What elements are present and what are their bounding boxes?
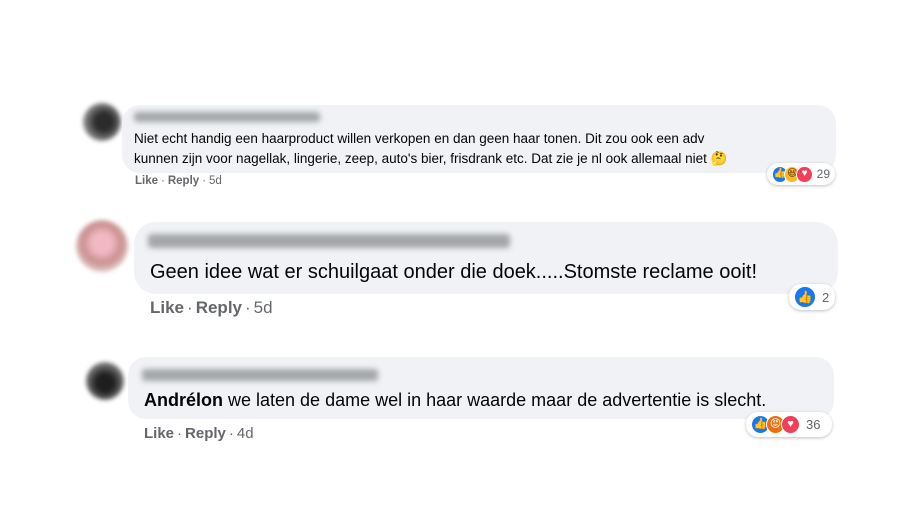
reaction-count: 36: [806, 417, 821, 432]
reply-button[interactable]: Reply: [185, 425, 226, 442]
comment-text-line-1: Niet echt handig een haarproduct willen …: [134, 131, 705, 146]
timestamp[interactable]: 5d: [254, 298, 273, 317]
separator-dot: ·: [245, 298, 251, 317]
comment-text-line-2: kunnen zijn voor nagellak, lingerie, zee…: [134, 151, 728, 166]
comment-bubble: Andrélon we laten de dame wel in haar wa…: [128, 357, 834, 419]
avatar[interactable]: [76, 220, 128, 272]
like-button[interactable]: Like: [144, 425, 174, 442]
comment-bubble: Geen idee wat er schuilgaat onder die do…: [134, 222, 838, 294]
like-button[interactable]: Like: [150, 298, 184, 317]
reply-button[interactable]: Reply: [168, 175, 199, 187]
separator-dot: ·: [177, 425, 183, 442]
mentioned-page-tag[interactable]: Andrélon: [144, 390, 223, 410]
reply-button[interactable]: Reply: [196, 298, 242, 317]
timestamp[interactable]: 5d: [209, 175, 222, 187]
author-name-blurred[interactable]: [148, 234, 510, 248]
author-name-blurred[interactable]: [142, 369, 378, 381]
love-icon: ♥: [796, 165, 813, 183]
separator-dot: ·: [187, 298, 193, 317]
avatar[interactable]: [86, 362, 124, 400]
love-icon: ♥: [781, 415, 800, 434]
author-name-blurred[interactable]: [134, 112, 320, 122]
comment-bubble: Niet echt handig een haarproduct willen …: [122, 105, 836, 173]
comment-actions: Like · Reply · 4d: [144, 425, 254, 442]
thinking-emoji: 🤔: [710, 151, 728, 166]
comment-text: Andrélon we laten de dame wel in haar wa…: [144, 390, 767, 410]
avatar[interactable]: [83, 103, 121, 141]
reaction-summary[interactable]: 👍 2: [789, 284, 835, 310]
separator-dot: ·: [202, 175, 207, 187]
like-button[interactable]: Like: [135, 175, 158, 187]
reaction-summary[interactable]: 👍 😡 ♥ 36: [746, 412, 832, 437]
comment-actions: Like · Reply · 5d: [150, 298, 273, 318]
reaction-summary[interactable]: 👍 😆 ♥ 29: [767, 163, 835, 185]
separator-dot: ·: [161, 175, 165, 187]
comment-text: Geen idee wat er schuilgaat onder die do…: [150, 261, 758, 283]
comment-text: Niet echt handig een haarproduct willen …: [134, 129, 727, 169]
comment-actions: Like · Reply · 5d: [135, 175, 222, 187]
like-icon: 👍: [794, 286, 816, 308]
timestamp[interactable]: 4d: [237, 425, 254, 442]
separator-dot: ·: [228, 425, 234, 442]
reaction-count: 29: [816, 167, 831, 181]
reaction-count: 2: [822, 289, 830, 305]
